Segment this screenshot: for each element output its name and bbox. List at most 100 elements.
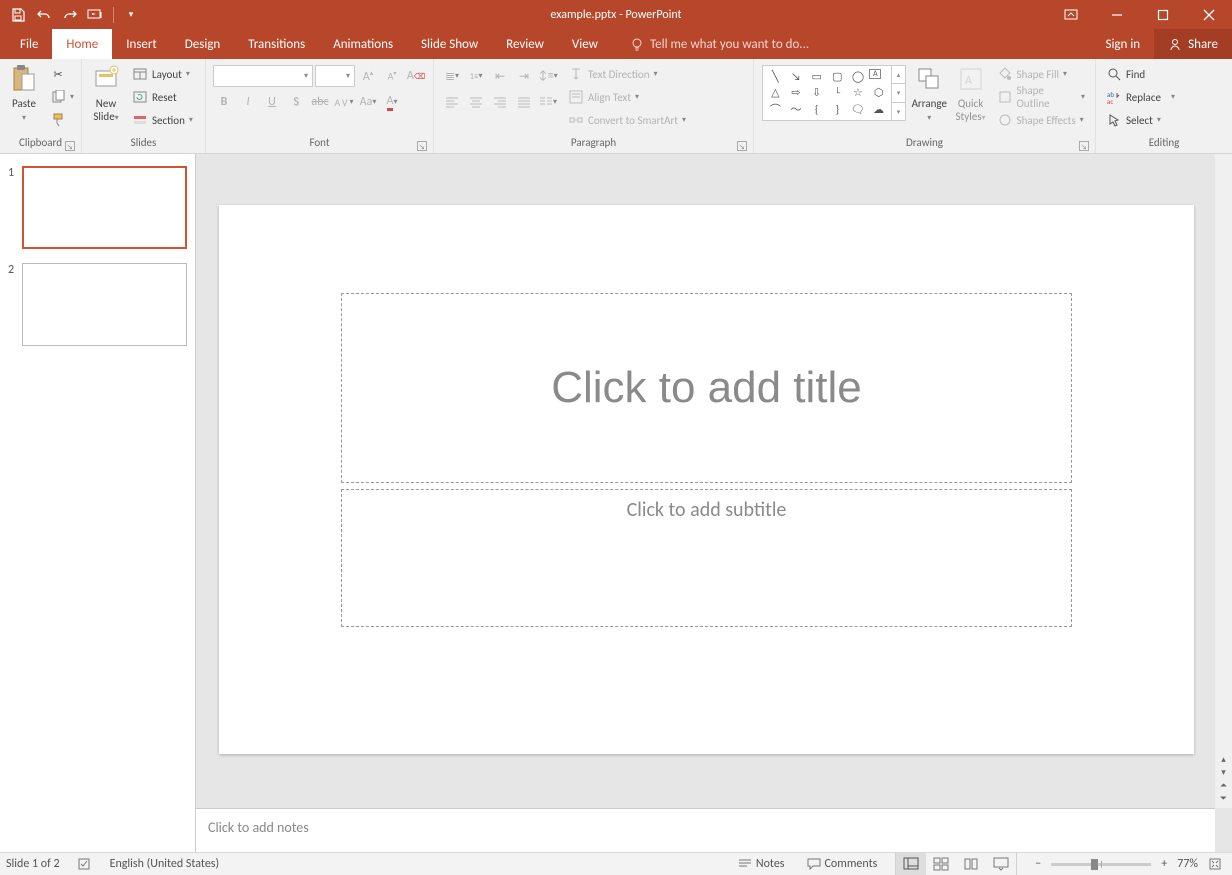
drawing-dialog-launcher[interactable] (1079, 141, 1089, 151)
convert-smartart-button[interactable]: Convert to SmartArt▾ (565, 109, 689, 131)
shape-fill-button[interactable]: Shape Fill▾ (994, 63, 1088, 85)
comments-toggle[interactable]: Comments (803, 857, 882, 871)
decrease-font-button[interactable]: A▾ (381, 65, 403, 87)
share-button[interactable]: Share (1154, 29, 1232, 59)
select-button[interactable]: Select▾ (1103, 109, 1178, 131)
ribbon: Paste▾ ✂ ▾ Clipboard New Slide▾ Layout▾ … (0, 59, 1232, 154)
shapes-gallery[interactable]: ╲ ↘ ▭ ▢ ◯ A △ ⇨ ⇩ └ ☆ ⬡ ⌒ 〜 { } 🗨 (762, 65, 892, 121)
tab-insert[interactable]: Insert (112, 29, 171, 59)
justify-button[interactable] (513, 91, 535, 113)
tab-review[interactable]: Review (492, 29, 558, 59)
align-text-button[interactable]: Align Text▾ (565, 86, 689, 108)
redo-button[interactable] (58, 3, 82, 27)
font-color-button[interactable]: A▾ (381, 91, 403, 113)
line-spacing-button[interactable]: ↕≡▾ (537, 65, 559, 87)
start-from-beginning-button[interactable] (84, 3, 108, 27)
zoom-level[interactable]: 77% (1177, 857, 1198, 871)
tab-design[interactable]: Design (171, 29, 234, 59)
decrease-indent-button[interactable]: ⇤ (489, 65, 511, 87)
thumbnail-2[interactable]: 2 (0, 263, 195, 360)
columns-button[interactable]: ▾ (537, 91, 559, 113)
bullets-button[interactable]: ≣▾ (441, 65, 463, 87)
font-size-select[interactable]: ▾ (315, 65, 355, 87)
minimize-button[interactable] (1094, 0, 1140, 29)
shape-effects-button[interactable]: Shape Effects▾ (994, 109, 1088, 131)
numbering-button[interactable]: 1≡▾ (465, 65, 487, 87)
new-slide-button[interactable]: New Slide▾ (86, 61, 126, 127)
align-right-button[interactable] (489, 91, 511, 113)
undo-button[interactable] (32, 3, 56, 27)
align-center-button[interactable] (465, 91, 487, 113)
maximize-button[interactable] (1140, 0, 1186, 29)
notes-pane[interactable]: Click to add notes (196, 808, 1215, 852)
shapes-gallery-scroll[interactable]: ▴▾▾ (892, 65, 906, 121)
slide[interactable]: Click to add title Click to add subtitle (219, 205, 1194, 754)
tab-slide-show[interactable]: Slide Show (407, 29, 492, 59)
normal-view-button[interactable] (896, 853, 926, 875)
spell-check-button[interactable] (74, 857, 96, 871)
slide-sorter-view-button[interactable] (926, 853, 956, 875)
character-spacing-button[interactable]: AV▾ (333, 91, 355, 113)
zoom-out-button[interactable]: − (1031, 857, 1045, 871)
clipboard-dialog-launcher[interactable] (65, 141, 75, 151)
align-center-icon (469, 96, 483, 108)
tab-file[interactable]: File (6, 29, 52, 59)
tab-animations[interactable]: Animations (319, 29, 407, 59)
quick-styles-button[interactable]: A Quick Styles▾ (951, 61, 991, 127)
shape-outline-button[interactable]: Shape Outline▾ (994, 86, 1088, 108)
status-bar: Slide 1 of 2 English (United States) Not… (0, 852, 1232, 875)
tab-transitions[interactable]: Transitions (234, 29, 319, 59)
slide-show-view-button[interactable] (986, 853, 1016, 875)
tab-home[interactable]: Home (52, 29, 112, 59)
save-button[interactable] (6, 3, 30, 27)
title-placeholder[interactable]: Click to add title (341, 293, 1072, 483)
shadow-button[interactable]: S (285, 91, 307, 113)
arrange-button[interactable]: Arrange▾ (908, 61, 951, 127)
strikethrough-button[interactable]: abc (309, 91, 331, 113)
bold-button[interactable]: B (213, 91, 235, 113)
ribbon-options-button[interactable] (1048, 0, 1094, 29)
layout-button[interactable]: Layout▾ (129, 63, 196, 85)
subtitle-placeholder[interactable]: Click to add subtitle (341, 489, 1072, 627)
increase-indent-button[interactable]: ⇥ (513, 65, 535, 87)
qat-customize-button[interactable]: ▾ (119, 3, 143, 27)
format-painter-button[interactable] (47, 109, 77, 131)
section-button[interactable]: Section▾ (129, 109, 196, 131)
strikethrough-icon: abc (311, 95, 328, 109)
language-indicator[interactable]: English (United States) (110, 857, 220, 871)
font-dialog-launcher[interactable] (417, 141, 427, 151)
thumbnail-1[interactable]: 1 (0, 166, 195, 263)
font-family-select[interactable]: ▾ (213, 65, 313, 87)
tell-me-search[interactable]: Tell me what you want to do... (612, 29, 1091, 59)
tab-view[interactable]: View (558, 29, 612, 59)
italic-button[interactable]: I (237, 91, 259, 113)
change-case-button[interactable]: Aa▾ (357, 91, 379, 113)
slide-counter[interactable]: Slide 1 of 2 (6, 857, 60, 871)
replace-label: Replace (1126, 91, 1161, 104)
vertical-scrollbar[interactable]: ▴ ▾ ⏶ ⏷ (1215, 154, 1232, 808)
paragraph-dialog-launcher[interactable] (737, 141, 747, 151)
align-right-icon (493, 96, 507, 108)
thumbnail-2-number: 2 (8, 263, 16, 277)
copy-icon (50, 89, 66, 105)
copy-button[interactable]: ▾ (47, 86, 77, 108)
sign-in-button[interactable]: Sign in (1091, 29, 1154, 59)
zoom-in-button[interactable]: + (1157, 857, 1171, 871)
fit-to-window-button[interactable] (1204, 857, 1226, 871)
replace-button[interactable]: abacReplace ▾ (1103, 86, 1178, 108)
zoom-slider[interactable] (1051, 863, 1151, 866)
find-button[interactable]: Find (1103, 63, 1178, 85)
reset-button[interactable]: Reset (129, 86, 196, 108)
cut-button[interactable]: ✂ (47, 63, 77, 85)
text-direction-button[interactable]: Text Direction▾ (565, 63, 689, 85)
align-left-button[interactable] (441, 91, 463, 113)
notes-toggle[interactable]: Notes (734, 857, 789, 871)
reading-view-button[interactable] (956, 853, 986, 875)
columns-icon (539, 96, 553, 108)
clear-formatting-button[interactable]: A⌫ (405, 65, 427, 87)
increase-font-button[interactable]: A▴ (357, 65, 379, 87)
close-button[interactable] (1186, 0, 1232, 29)
paste-button[interactable]: Paste▾ (4, 61, 44, 127)
underline-button[interactable]: U (261, 91, 283, 113)
group-editing: Find abacReplace ▾ Select▾ Editing (1096, 59, 1232, 153)
